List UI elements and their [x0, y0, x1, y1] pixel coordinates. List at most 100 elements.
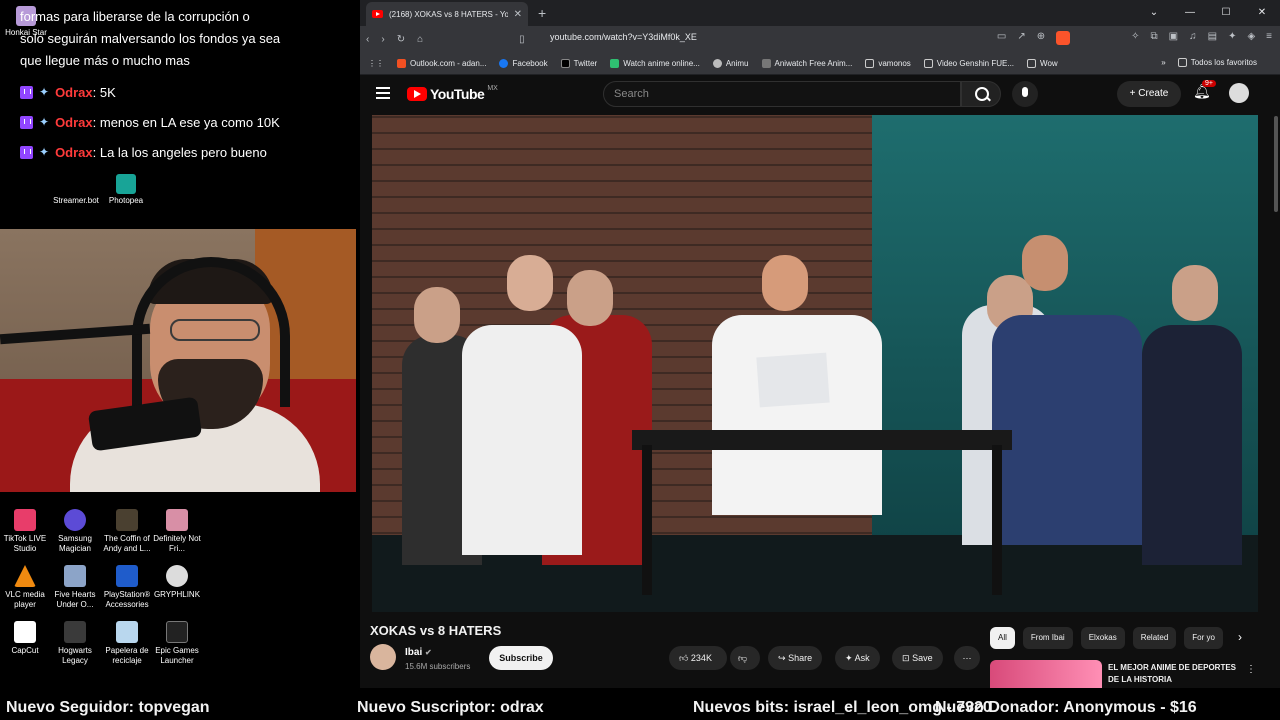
close-window-icon[interactable]: ✕ — [1244, 0, 1280, 26]
all-bookmarks-folder[interactable]: Todos los favoritos — [1177, 58, 1257, 67]
recommended-video[interactable]: EL MEJOR ANIME DE DEPORTES DE LA HISTORI… — [990, 660, 1260, 688]
bookmark-item[interactable]: Twitter — [560, 58, 597, 68]
voice-search-icon[interactable] — [1012, 81, 1038, 107]
search-icon[interactable] — [961, 81, 1001, 107]
chip-all[interactable]: All — [990, 627, 1015, 649]
webcam-feed — [0, 229, 356, 492]
menu-icon[interactable]: ≡ — [1266, 31, 1272, 45]
media-icon[interactable]: ♫ — [1189, 31, 1197, 45]
desktop-icon[interactable]: Samsung Magician — [48, 509, 102, 554]
brave-shield-icon[interactable] — [1056, 31, 1071, 45]
page-scrollbar[interactable] — [1274, 116, 1278, 212]
apps-icon[interactable]: ⋮⋮ — [368, 59, 384, 68]
maximize-icon[interactable]: ☐ — [1208, 0, 1244, 26]
menu-hamburger-icon[interactable] — [376, 87, 390, 99]
samsung-magician-icon — [64, 509, 86, 531]
leo-icon[interactable]: ✧ — [1131, 31, 1139, 45]
more-actions-icon[interactable]: ⋯ — [954, 646, 980, 670]
desktop-icon[interactable]: The Coffin of Andy and L... — [100, 509, 154, 554]
chip-elxokas[interactable]: Elxokas — [1080, 627, 1125, 649]
address-bar: ‹ › ↻ ⌂ ▯ youtube.com/watch?v=Y3diMf0k_X… — [360, 26, 1280, 52]
youtube-logo[interactable]: YouTube MX — [407, 85, 498, 102]
tab-search-icon[interactable]: ⌄ — [1136, 0, 1172, 26]
share-button[interactable]: ↪ Share — [768, 646, 823, 670]
create-button[interactable]: + Create — [1117, 81, 1181, 107]
subscribe-button[interactable]: Subscribe — [489, 646, 553, 670]
desktop-icon[interactable]: Epic Games Launcher — [150, 621, 204, 666]
chip-related[interactable]: Related — [1132, 627, 1177, 649]
twitch-badge-icon — [20, 85, 33, 99]
bookmark-item[interactable]: Watch anime online... — [610, 58, 700, 68]
bookmark-item[interactable]: Facebook — [499, 58, 548, 68]
rec-title[interactable]: EL MEJOR ANIME DE DEPORTES DE LA HISTORI… — [1108, 662, 1248, 686]
close-tab-icon[interactable]: ✕ — [514, 9, 522, 20]
chat-line: ✦ Odrax: menos en LA ese ya como 10K — [20, 112, 350, 132]
reload-icon[interactable]: ↻ — [397, 34, 405, 45]
hogwarts-legacy-icon — [64, 621, 86, 643]
sidebar-icon[interactable]: ▣ — [1169, 31, 1178, 45]
bookmark-item[interactable]: Outlook.com - adan... — [397, 58, 486, 68]
desktop-icon[interactable]: VLC media player — [0, 565, 52, 610]
bookmarks-right: » Todos los favoritos — [1161, 58, 1270, 67]
bookmark-item[interactable]: Aniwatch Free Anim... — [761, 58, 852, 68]
channel-name[interactable]: Ibai ✔ — [405, 647, 432, 658]
desktop-icon-photopea[interactable]: Photopea — [96, 174, 156, 206]
vpn-icon[interactable]: ◈ — [1247, 31, 1255, 45]
epic-games-icon — [166, 621, 188, 643]
desktop-icon[interactable]: TikTok LIVE Studio — [0, 509, 52, 554]
bookmark-item[interactable]: Animu — [712, 58, 749, 68]
chat-message-continued: formas para liberarse de la corrupción o… — [20, 9, 281, 68]
extensions-icon[interactable]: ⧉ — [1151, 31, 1158, 45]
video-title: XOKAS vs 8 HATERS — [370, 623, 502, 638]
ticker-follower: Nuevo Seguidor: topvegan — [6, 699, 210, 716]
tab-youtube[interactable]: (2168) XOKAS vs 8 HATERS - You ✕ — [366, 2, 528, 26]
gryphlink-icon — [166, 565, 188, 587]
bookmark-icon[interactable]: ▯ — [519, 34, 525, 45]
desktop-icon[interactable]: Hogwarts Legacy — [48, 621, 102, 666]
desktop-icon[interactable]: Five Hearts Under O... — [48, 565, 102, 610]
zoom-icon[interactable]: ⊕ — [1037, 31, 1045, 45]
desktop-icon[interactable]: Papelera de reciclaje — [100, 621, 154, 666]
url-input[interactable]: youtube.com/watch?v=Y3diMf0k_XE — [550, 32, 697, 42]
like-button[interactable]: 👍︎ 234K — [669, 646, 727, 670]
share-page-icon[interactable]: ↗ — [1017, 31, 1025, 45]
chevron-right-icon[interactable]: › — [1238, 630, 1242, 644]
wallet-icon[interactable]: ▤ — [1208, 31, 1217, 45]
sparkle-icon: ✦ — [39, 115, 50, 129]
ai-icon[interactable]: ✦ — [1228, 31, 1236, 45]
bookmark-item[interactable]: Wow — [1027, 58, 1058, 68]
bookmark-item[interactable]: vamonos — [865, 58, 911, 68]
bookmark-item[interactable]: Video Genshin FUE... — [923, 58, 1014, 68]
folder-icon — [1027, 58, 1037, 68]
chat-text: : La la los angeles pero bueno — [92, 144, 267, 160]
thumbs-down-icon: 👎︎ — [738, 653, 748, 663]
dislike-button[interactable]: 👎︎ — [730, 646, 760, 670]
ask-button[interactable]: ✦ Ask — [835, 646, 880, 670]
more-bookmarks-icon[interactable]: » — [1161, 58, 1165, 67]
desktop-icon[interactable]: PlayStation® Accessories — [100, 565, 154, 610]
related-chips: All From Ibai Elxokas Related For yo — [990, 627, 1223, 649]
chat-username: Odrax — [55, 84, 93, 100]
home-icon[interactable]: ⌂ — [417, 34, 423, 45]
channel-avatar[interactable] — [370, 644, 396, 670]
search-input[interactable]: Search — [603, 81, 961, 107]
back-icon[interactable]: ‹ — [366, 34, 369, 45]
twitch-badge-icon — [20, 115, 33, 129]
cast-icon[interactable]: ▭ — [997, 31, 1006, 45]
desktop-icon[interactable]: CapCut — [0, 621, 52, 656]
desktop-icon[interactable]: GRYPHLINK — [150, 565, 204, 600]
new-tab-icon[interactable]: + — [538, 2, 546, 26]
chat-username: Odrax — [55, 114, 93, 130]
forward-icon[interactable]: › — [381, 34, 384, 45]
more-vert-icon[interactable]: ⋮ — [1246, 664, 1256, 675]
desktop-icon[interactable]: Definitely Not Fri... — [150, 509, 204, 554]
rec-thumbnail[interactable] — [990, 660, 1102, 688]
minimize-icon[interactable]: — — [1172, 0, 1208, 26]
chip-for-you[interactable]: For yo — [1184, 627, 1223, 649]
save-button[interactable]: ⊡ Save — [892, 646, 943, 670]
chip-from-ibai[interactable]: From Ibai — [1022, 627, 1073, 649]
account-avatar[interactable] — [1229, 83, 1249, 103]
video-player[interactable] — [372, 115, 1258, 612]
stream-overlay-panel: Honkai Star Streamer.bot Photopea formas… — [0, 0, 358, 700]
desktop-icon-streamerbot[interactable]: Streamer.bot — [46, 174, 106, 206]
